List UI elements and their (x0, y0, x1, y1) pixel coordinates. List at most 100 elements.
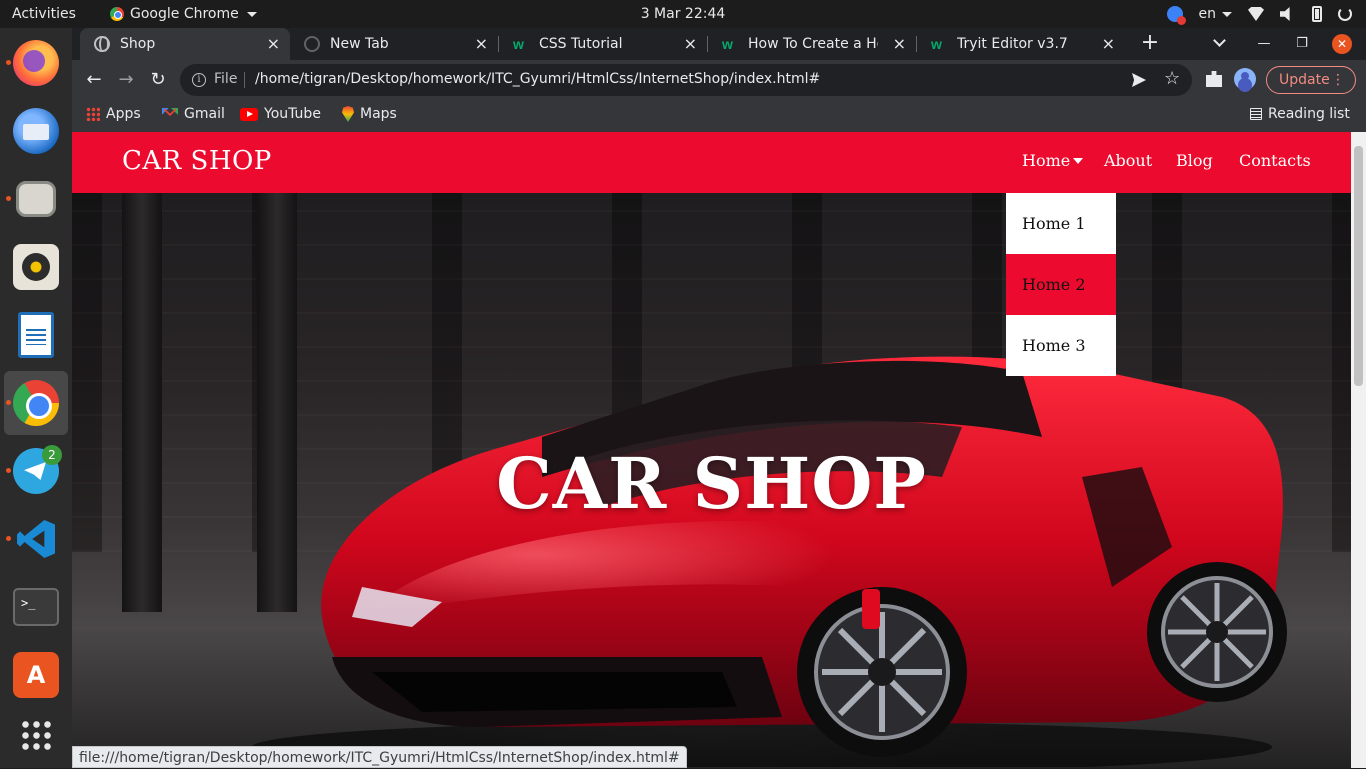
update-button[interactable]: Update ⋮ (1266, 66, 1356, 94)
rhythmbox-icon (13, 244, 59, 290)
libreoffice-writer-icon (18, 312, 54, 358)
nav-home[interactable]: Home (1022, 151, 1084, 170)
bookmarks-bar: Apps Gmail YouTube Maps Reading list (72, 100, 1366, 132)
battery-icon[interactable] (1312, 6, 1322, 22)
address-url[interactable]: /home/tigran/Desktop/homework/ITC_Gyumri… (255, 71, 820, 87)
running-indicator (6, 468, 11, 473)
dock-telegram[interactable]: 2 (4, 439, 68, 503)
minimize-button[interactable]: — (1252, 32, 1276, 56)
w3schools-icon: w (722, 36, 733, 52)
dock-software[interactable] (4, 643, 68, 707)
info-icon[interactable]: i (192, 73, 206, 87)
youtube-icon (240, 107, 258, 121)
dock-terminal[interactable]: >_ (4, 575, 68, 639)
dock: 2 >_ (0, 28, 72, 768)
tab-search-icon[interactable] (1214, 36, 1226, 48)
close-icon[interactable]: × (267, 36, 280, 52)
keyboard-layout-indicator[interactable]: en (1198, 0, 1232, 28)
bookmark-maps[interactable]: Maps (342, 100, 397, 128)
site-logo[interactable]: CAR SHOP (122, 146, 272, 176)
system-top-bar: Activities Google Chrome 3 Mar 22:44 en (0, 0, 1366, 28)
vscode-icon (13, 516, 59, 562)
link-status-bar: file:///home/tigran/Desktop/homework/ITC… (72, 746, 687, 768)
reload-button[interactable]: ↻ (146, 68, 170, 92)
bookmark-label: Gmail (184, 106, 225, 122)
profile-avatar[interactable] (1234, 68, 1256, 90)
running-indicator (6, 536, 11, 541)
tab-tryit-editor[interactable]: w Tryit Editor v3.7 × (917, 28, 1125, 60)
volume-icon[interactable] (1280, 7, 1290, 21)
clock-label[interactable]: 3 Mar 22:44 (641, 6, 726, 22)
dock-chrome[interactable] (4, 371, 68, 435)
tab-new-tab[interactable]: New Tab × (290, 28, 498, 60)
power-icon[interactable] (1338, 7, 1352, 21)
page-viewport: CAR SHOP Home About Blog Contacts Home 1… (72, 132, 1351, 768)
close-icon[interactable]: × (475, 36, 488, 52)
apps-grid-icon (86, 107, 100, 121)
window-close-button[interactable]: ✕ (1332, 34, 1352, 54)
forward-button[interactable]: → (114, 68, 138, 92)
tab-label: Tryit Editor v3.7 (957, 36, 1068, 52)
maximize-button[interactable]: ❐ (1290, 32, 1314, 56)
nav-home-label: Home (1022, 151, 1071, 170)
tab-label: Shop (120, 36, 156, 52)
close-icon[interactable]: × (893, 36, 906, 52)
dock-writer[interactable] (4, 303, 68, 367)
dock-rhythmbox[interactable] (4, 235, 68, 299)
tab-shop[interactable]: Shop × (80, 28, 290, 60)
dropdown-item-home-3[interactable]: Home 3 (1006, 315, 1116, 376)
show-applications-button[interactable] (4, 703, 68, 767)
extensions-icon[interactable] (1206, 71, 1222, 87)
tab-css-tutorial[interactable]: w CSS Tutorial × (499, 28, 707, 60)
system-tray[interactable]: en (1166, 0, 1352, 28)
scrollbar-thumb[interactable] (1354, 146, 1363, 386)
reading-list-label: Reading list (1268, 106, 1350, 122)
tab-hover-tutorial[interactable]: w How To Create a Hov × (708, 28, 916, 60)
notification-icon[interactable] (1166, 6, 1186, 25)
hero-car-image (252, 356, 1287, 767)
activities-button[interactable]: Activities (12, 0, 76, 28)
new-tab-button[interactable]: + (1138, 32, 1162, 56)
address-scheme: File (214, 71, 238, 87)
dock-vscode[interactable] (4, 507, 68, 571)
caret-down-icon (1073, 158, 1084, 164)
nav-blog[interactable]: Blog (1176, 151, 1213, 170)
close-icon[interactable]: × (684, 36, 697, 52)
nav-contacts[interactable]: Contacts (1239, 151, 1311, 170)
reading-list-button[interactable]: Reading list (1250, 100, 1350, 128)
bookmark-apps[interactable]: Apps (86, 100, 141, 128)
bookmark-star-icon[interactable]: ☆ (1164, 68, 1180, 89)
bookmark-gmail[interactable]: Gmail (162, 100, 225, 128)
dropdown-item-home-2[interactable]: Home 2 (1006, 254, 1116, 315)
dock-firefox[interactable] (4, 31, 68, 95)
dropdown-item-home-1[interactable]: Home 1 (1006, 193, 1116, 254)
chevron-down-icon (246, 11, 257, 17)
bookmark-youtube[interactable]: YouTube (240, 100, 321, 128)
newtab-icon (304, 36, 320, 52)
unread-badge: 2 (42, 445, 62, 465)
bookmark-label: Maps (360, 106, 397, 122)
keyboard-layout-label: en (1198, 6, 1217, 22)
activities-label: Activities (12, 6, 76, 22)
page-scrollbar[interactable] (1351, 132, 1366, 768)
browser-toolbar: ← → ↻ i File /home/tigran/Desktop/homewo… (72, 60, 1366, 100)
nav-about[interactable]: About (1104, 151, 1152, 170)
more-icon: ⋮ (1331, 72, 1345, 88)
address-bar[interactable]: i File /home/tigran/Desktop/homework/ITC… (180, 64, 1192, 96)
tab-label: New Tab (330, 36, 389, 52)
dock-files[interactable] (4, 167, 68, 231)
thunderbird-icon (13, 108, 59, 154)
site-navbar: CAR SHOP Home About Blog Contacts (72, 132, 1351, 193)
app-menu[interactable]: Google Chrome (110, 0, 257, 28)
running-indicator (6, 60, 11, 65)
send-icon[interactable] (1132, 73, 1146, 87)
dock-thunderbird[interactable] (4, 99, 68, 163)
firefox-icon (13, 40, 59, 86)
wifi-icon[interactable] (1248, 7, 1264, 21)
close-icon[interactable]: × (1102, 36, 1115, 52)
chrome-app-icon (110, 7, 124, 21)
back-button[interactable]: ← (82, 68, 106, 92)
running-indicator (6, 400, 11, 405)
update-label: Update (1279, 72, 1330, 88)
tab-label: How To Create a Hov (748, 36, 878, 52)
